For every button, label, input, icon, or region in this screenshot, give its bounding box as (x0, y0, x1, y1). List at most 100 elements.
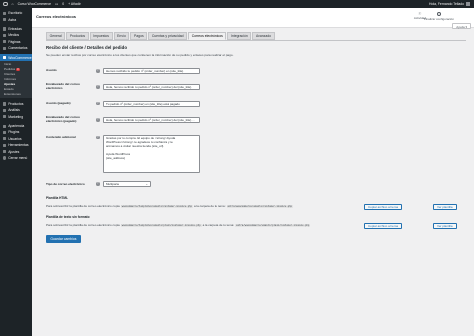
dashboard-icon (3, 11, 7, 15)
tab-products[interactable]: Productos (66, 32, 89, 40)
help-tip-icon[interactable]: ? (96, 135, 100, 140)
plain-template-instructions: Para sobrescribir la plantilla de correo… (46, 223, 311, 227)
copy-plain-template-button[interactable]: Copiar archivo al tema (364, 222, 403, 229)
home-icon: ⌂ (11, 2, 14, 6)
instruction-text: Para sobrescribir la plantilla de correo… (46, 223, 120, 227)
tabs-divider (46, 40, 466, 41)
admin-bar: ⌂ Curso WooCommerce ▭ 0 + Añadir Hola, F… (0, 0, 474, 8)
brush-icon (3, 124, 7, 128)
email-type-label: Tipo de correo electrónico (46, 181, 85, 186)
email-type-value: Multiparte (106, 182, 120, 186)
help-tip-icon[interactable]: ? (96, 118, 100, 122)
astra-icon (3, 17, 7, 22)
chart-icon (3, 108, 7, 112)
woocommerce-submenu: Inicio Pedidos 3 Clientes Informes Ajust… (0, 60, 32, 98)
site-name-link[interactable]: Curso WooCommerce (18, 0, 51, 8)
page-icon (3, 40, 7, 44)
help-button[interactable]: Ayuda ▾ (452, 23, 471, 29)
heading-label: Encabezado del correo electrónico (46, 82, 80, 90)
comments-count: 0 (62, 2, 65, 6)
finish-setup-label: Finalizar configuración (423, 17, 454, 21)
help-tip-icon[interactable]: ? (96, 85, 100, 89)
email-type-select[interactable]: Multiparte ⌄ (103, 181, 151, 187)
tab-shipping[interactable]: Envío (113, 32, 130, 40)
html-template-title: Plantilla HTML (46, 196, 68, 200)
help-tip-icon[interactable]: ? (96, 101, 100, 106)
view-plain-template-button[interactable]: Ver plantilla (433, 222, 457, 229)
progress-circle-icon (436, 12, 441, 16)
wordpress-logo-icon[interactable] (3, 1, 8, 7)
user-greeting[interactable]: Hola, Fernando Tellado (429, 0, 464, 8)
sidebar-item-label: Apariencia (8, 124, 25, 129)
sidebar-item-label: Astra (8, 17, 17, 22)
woocommerce-icon (3, 55, 7, 60)
template-dest-path: astra/woocommerce/emails/plain/customer-… (235, 223, 311, 227)
sidebar-collapse-menu[interactable]: Cerrar menú (0, 155, 32, 161)
instruction-text: Para sobrescribir la plantilla de correo… (46, 204, 120, 208)
subject-input[interactable]: Hemos recibido tu pedido nº {order_numbe… (103, 67, 200, 74)
sidebar-item-label: Entradas (8, 26, 22, 31)
tab-general[interactable]: General (46, 32, 66, 40)
subject-label: Asunto (46, 68, 57, 72)
new-content-link[interactable]: + Añadir (68, 0, 81, 8)
template-source-path: woocommerce/templates/emails/customer-in… (120, 204, 194, 208)
plugin-icon (3, 130, 7, 135)
sidebar-item-label: Ajustes (8, 149, 20, 154)
instruction-text: a la carpeta de tu tema: (194, 204, 226, 208)
tab-accounts[interactable]: Cuentas y privacidad (148, 32, 188, 40)
sidebar-item-label: Comentarios (8, 46, 28, 51)
template-source-path: woocommerce/templates/emails/plain/custo… (120, 223, 202, 227)
additional-content-textarea[interactable]: Gracias por tu compra. El equipo de <str… (103, 135, 200, 173)
admin-sidebar: Escritorio Astra Entradas Medios Páginas… (0, 8, 32, 336)
heading-input[interactable]: Hola, hemos recibido tu pedido nº {order… (103, 84, 200, 90)
settings-tabs: General Productos Impuestos Envío Pagos … (46, 32, 275, 40)
sidebar-item-label: Marketing (8, 114, 24, 119)
settings-icon (3, 150, 7, 154)
help-tip-icon[interactable]: ? (96, 182, 100, 186)
sidebar-item-label: Herramientas (8, 143, 29, 148)
tab-tax[interactable]: Impuestos (89, 32, 113, 40)
heading-paid-label: Encabezado del correo electrónico (pagad… (46, 115, 80, 123)
avatar[interactable] (466, 2, 470, 6)
new-content-label: Añadir (70, 2, 81, 6)
comments-icon[interactable]: ▭ (55, 0, 58, 8)
megaphone-icon (3, 115, 7, 119)
sidebar-item-label: Cerrar menú (8, 156, 28, 161)
sidebar-item-label: Páginas (8, 39, 21, 44)
instruction-text: a la carpeta de tu tema: (202, 223, 235, 227)
page-header: Correos electrónicos ⚐ Actividad Finaliz… (32, 8, 474, 28)
tab-advanced[interactable]: Avanzado (252, 32, 275, 40)
chevron-down-icon: ⌄ (145, 182, 148, 186)
section-title: Recibo del cliente / Detalles del pedido (46, 45, 128, 50)
orders-count-badge: 3 (16, 67, 20, 71)
media-icon (3, 33, 7, 37)
comment-icon (3, 46, 7, 50)
collapse-icon (3, 156, 7, 160)
sidebar-item-label: Medios (8, 33, 20, 38)
sidebar-item-label: Productos (8, 101, 24, 106)
tab-payments[interactable]: Pagos (130, 32, 148, 40)
save-changes-button[interactable]: Guardar cambios (46, 235, 81, 243)
sidebar-item-label: Análisis (8, 108, 20, 113)
sidebar-item-label: WooCommerce (8, 55, 32, 60)
submenu-item-label: Pedidos (4, 66, 16, 71)
help-tip-icon[interactable]: ? (96, 69, 100, 73)
submenu-item-extensiones[interactable]: Extensiones (0, 92, 32, 97)
subject-paid-input[interactable]: Tu pedido nº {order_number} en {site_tit… (103, 100, 200, 107)
wrench-icon (3, 143, 7, 147)
users-icon (3, 137, 7, 141)
plain-template-title: Plantilla de texto sin formato (46, 215, 90, 219)
additional-content-label: Contenido adicional (46, 135, 76, 139)
copy-html-template-button[interactable]: Copiar archivo al tema (364, 203, 403, 210)
tab-integration[interactable]: Integración (227, 32, 252, 40)
template-dest-path: astra/woocommerce/emails/customer-invoic… (226, 204, 294, 208)
finish-setup-button[interactable]: Finalizar configuración (424, 12, 454, 21)
sidebar-item-label: Escritorio (8, 11, 23, 16)
view-html-template-button[interactable]: Ver plantilla (433, 203, 457, 210)
page-title: Correos electrónicos (36, 14, 77, 19)
heading-paid-input[interactable]: Hola, hemos recibido tu pedido nº {order… (103, 117, 200, 123)
tab-emails[interactable]: Correos electrónicos (188, 32, 227, 40)
subject-paid-label: Asunto (pagado) (46, 101, 71, 105)
pin-icon (3, 27, 7, 31)
archive-icon (3, 102, 7, 106)
